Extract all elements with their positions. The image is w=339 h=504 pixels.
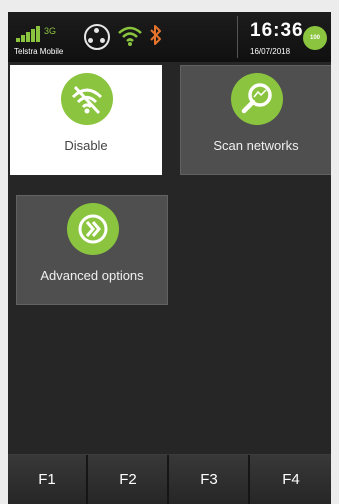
operator-name: Telstra Mobile [14, 47, 64, 56]
f1-button[interactable]: F1 [8, 455, 88, 504]
disable-wifi-button[interactable]: Disable [10, 65, 162, 175]
data-connection-icon [84, 24, 110, 50]
tile-label: Advanced options [40, 268, 144, 283]
clock: 16:36 16/07/2018 [237, 16, 303, 58]
f2-button[interactable]: F2 [89, 455, 169, 504]
f4-button[interactable]: F4 [251, 455, 331, 504]
wifi-off-icon [61, 73, 113, 125]
f3-button[interactable]: F3 [170, 455, 250, 504]
network-info: 3G Telstra Mobile [12, 16, 132, 58]
time-display: 16:36 [250, 20, 304, 41]
status-bar: 3G Telstra Mobile 16:36 16/07/2018 100 [8, 12, 331, 62]
network-type-label: 3G [44, 26, 57, 36]
wifi-icon [118, 26, 142, 46]
date-display: 16/07/2018 [250, 47, 291, 56]
bluetooth-icon [150, 25, 161, 45]
tile-label: Scan networks [213, 138, 299, 153]
battery-icon: 100 [303, 26, 327, 50]
device-screen: 3G Telstra Mobile 16:36 16/07/2018 100 D… [8, 12, 331, 504]
function-key-bar: F1 F2 F3 F4 [8, 454, 331, 504]
advanced-options-button[interactable]: Advanced options [16, 195, 168, 305]
signal-strength-icon [16, 26, 40, 42]
scan-networks-button[interactable]: Scan networks [180, 65, 331, 175]
forward-icon [67, 203, 119, 255]
tile-label: Disable [64, 138, 108, 153]
magnifier-icon [231, 73, 283, 125]
